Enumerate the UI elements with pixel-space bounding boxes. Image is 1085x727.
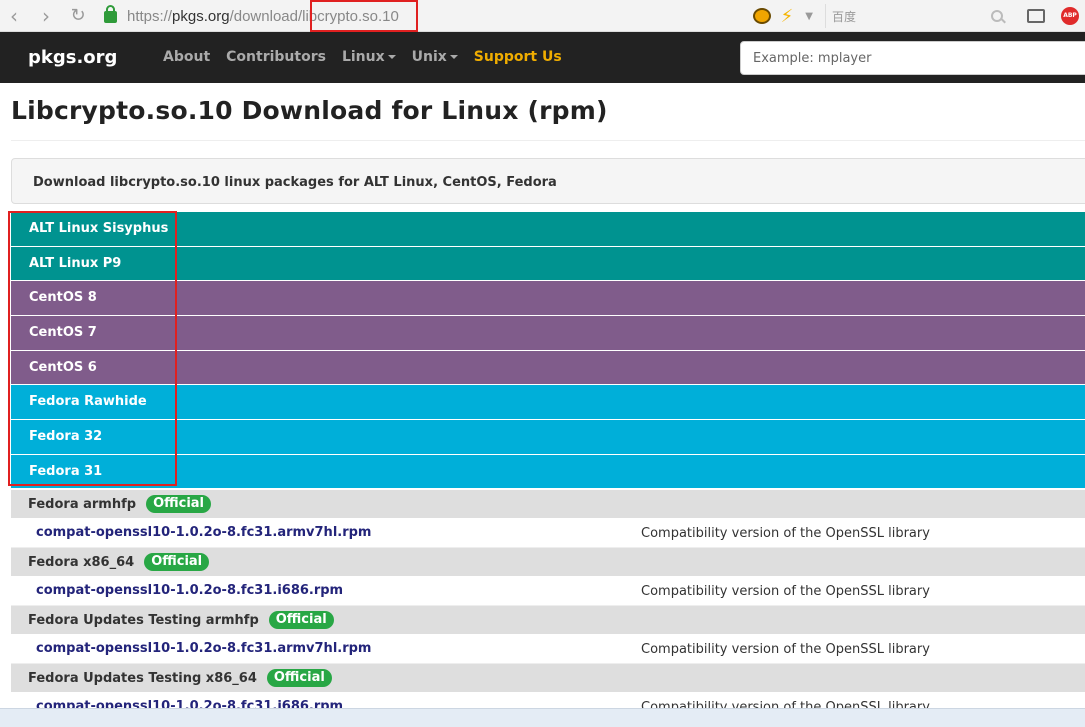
description-text: Download libcrypto.so.10 linux packages … xyxy=(33,175,557,190)
package-table: Fedora armhfp Official compat-openssl10-1.… xyxy=(11,490,1085,722)
nav-contributors[interactable]: Contributors xyxy=(226,49,326,65)
site-search-input[interactable] xyxy=(740,41,1085,75)
package-link[interactable]: compat-openssl10-1.0.2o-8.fc31.i686.rpm xyxy=(36,583,343,598)
repo-name: Fedora x86_64 xyxy=(28,554,135,570)
repo-group-row: Fedora x86_64 Official xyxy=(11,548,1085,576)
url-scheme: https:// xyxy=(127,7,173,25)
description-panel: Download libcrypto.so.10 linux packages … xyxy=(11,158,1085,204)
repo-name: Fedora Updates Testing x86_64 xyxy=(28,670,257,686)
nav-unix-dropdown[interactable]: Unix xyxy=(412,49,458,65)
repo-group-row: Fedora Updates Testing x86_64 Official xyxy=(11,664,1085,692)
repo-name: Fedora armhfp xyxy=(28,496,137,512)
search-engine-label: 百度 xyxy=(832,9,857,24)
main-nav: About Contributors Linux Unix Support Us xyxy=(163,49,578,65)
forward-icon[interactable]: › xyxy=(34,4,58,28)
reload-icon[interactable]: ↻ xyxy=(66,4,90,28)
repo-name: Fedora Updates Testing armhfp xyxy=(28,612,259,628)
back-icon[interactable]: ‹ xyxy=(2,4,26,28)
package-link[interactable]: compat-openssl10-1.0.2o-8.fc31.armv7hl.r… xyxy=(36,525,371,540)
nav-linux-dropdown[interactable]: Linux xyxy=(342,49,396,65)
package-row: compat-openssl10-1.0.2o-8.fc31.i686.rpm C… xyxy=(11,576,1085,606)
repo-group-row: Fedora armhfp Official xyxy=(11,490,1085,518)
bee-extension-icon[interactable] xyxy=(752,8,771,24)
nav-about[interactable]: About xyxy=(163,49,210,65)
dropdown-caret-icon[interactable]: ▼ xyxy=(805,11,813,22)
official-badge: Official xyxy=(266,669,332,687)
browser-toolbar: ‹ › ↻ https://pkgs.org/download/libcrypt… xyxy=(0,0,1085,32)
nav-support-us[interactable]: Support Us xyxy=(474,49,562,65)
browser-extensions: ⚡ ▼ 百度 ABP xyxy=(752,0,1085,32)
official-badge: Official xyxy=(144,553,210,571)
site-logo[interactable]: pkgs.org xyxy=(28,47,117,68)
package-description: Compatibility version of the OpenSSL lib… xyxy=(641,642,930,657)
nav-contributors-label: Contributors xyxy=(226,49,326,65)
caret-down-icon xyxy=(387,55,396,59)
adblock-icon[interactable]: ABP xyxy=(1061,7,1079,25)
divider xyxy=(11,140,1085,141)
status-strip xyxy=(0,708,1085,727)
nav-linux-label: Linux xyxy=(341,49,385,65)
repo-group-row: Fedora Updates Testing armhfp Official xyxy=(11,606,1085,634)
browser-search-box[interactable]: 百度 xyxy=(825,4,1011,28)
lock-icon xyxy=(104,5,117,23)
distro-annotation-box xyxy=(8,211,177,486)
url-annotation-box xyxy=(310,0,418,32)
official-badge: Official xyxy=(268,611,334,629)
toolbox-icon[interactable] xyxy=(1027,9,1045,23)
official-badge: Official xyxy=(146,495,212,513)
package-description: Compatibility version of the OpenSSL lib… xyxy=(641,584,930,599)
package-description: Compatibility version of the OpenSSL lib… xyxy=(641,526,930,541)
url-host: pkgs.org xyxy=(172,7,230,25)
page-title: Libcrypto.so.10 Download for Linux (rpm) xyxy=(11,96,608,125)
nav-about-label: About xyxy=(163,49,211,65)
package-row: compat-openssl10-1.0.2o-8.fc31.armv7hl.r… xyxy=(11,518,1085,548)
url-path: /download/ xyxy=(229,7,303,25)
package-link[interactable]: compat-openssl10-1.0.2o-8.fc31.armv7hl.r… xyxy=(36,641,371,656)
caret-down-icon xyxy=(449,55,458,59)
package-row: compat-openssl10-1.0.2o-8.fc31.armv7hl.r… xyxy=(11,634,1085,664)
nav-unix-label: Unix xyxy=(411,49,447,65)
search-icon[interactable] xyxy=(991,10,1003,22)
nav-support-label: Support Us xyxy=(473,49,562,65)
lightning-icon[interactable]: ⚡ xyxy=(781,6,794,27)
